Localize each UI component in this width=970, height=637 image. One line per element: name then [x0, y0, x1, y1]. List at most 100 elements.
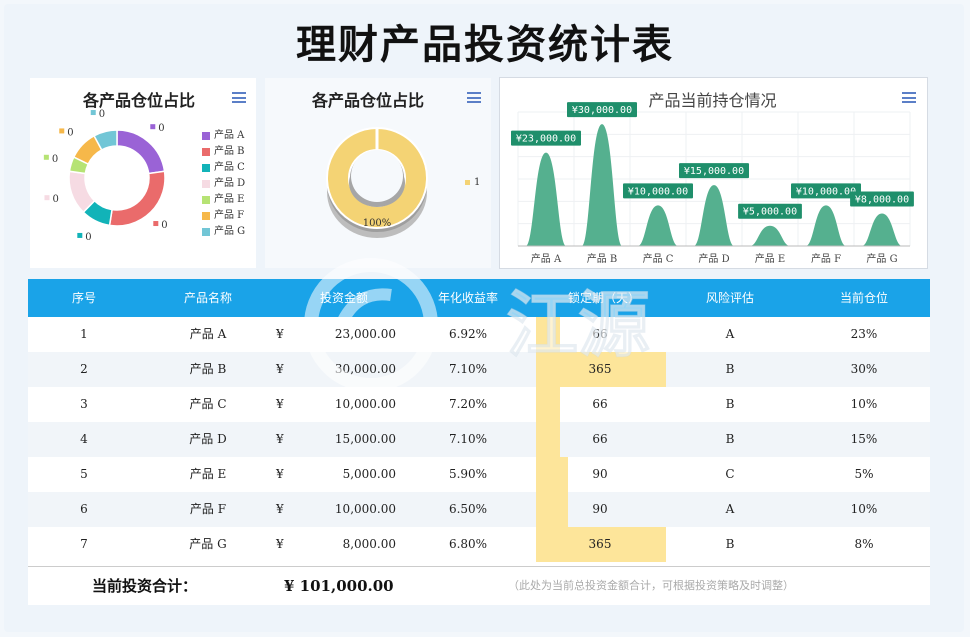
area-peak: [693, 185, 735, 246]
cell-risk: C: [725, 467, 735, 481]
data-label: ¥10,000.00: [628, 186, 688, 197]
cell-amount: 8,000.00: [342, 537, 396, 551]
legend-label: 产品 A: [214, 130, 245, 141]
cell-lock: 90: [592, 502, 608, 516]
donut-slice: [108, 170, 166, 227]
legend-swatch: [202, 195, 210, 204]
legend-item[interactable]: 产品 C: [202, 160, 245, 176]
x-tick-label: 产品 A: [531, 252, 562, 265]
cell-no: 3: [80, 397, 88, 411]
header-position: 当前仓位: [839, 291, 888, 305]
legend-item[interactable]: 产品 G: [202, 224, 245, 240]
cell-currency: ¥: [276, 467, 284, 481]
data-label: ¥15,000.00: [684, 166, 744, 177]
slice-data-label: 0: [85, 232, 91, 243]
cell-lock: 90: [592, 467, 608, 481]
cell-rate: 7.10%: [448, 362, 488, 376]
table-row[interactable]: 1 产品 A ¥23,000.00 6.92% 66 A 23%: [28, 317, 930, 352]
table-row[interactable]: 2 产品 B ¥30,000.00 7.10% 365 B 30%: [28, 352, 930, 387]
legend-item[interactable]: 产品 B: [202, 144, 245, 160]
donut-slice: [116, 129, 166, 175]
slice-data-label: 0: [52, 154, 58, 165]
area-peak: [805, 205, 847, 246]
total-value: ¥ 101,000.00: [284, 577, 394, 595]
cell-risk: B: [725, 362, 735, 376]
cell-amount: 23,000.00: [334, 327, 396, 341]
area-peak: [749, 225, 791, 246]
holdings-area-chart: ¥23,000.00 产品 A ¥30,000.00 产品 B ¥10,000.00 产品…: [511, 102, 914, 265]
cell-currency: ¥: [276, 362, 284, 376]
cell-risk: B: [725, 397, 735, 411]
data-label: ¥23,000.00: [516, 134, 576, 145]
table-row[interactable]: 3 产品 C ¥10,000.00 7.20% 66 B 10%: [28, 387, 930, 422]
cell-position: 10%: [850, 502, 878, 516]
data-label: ¥30,000.00: [572, 105, 632, 116]
cell-lock: 66: [592, 397, 608, 411]
legend-label: 1: [474, 177, 481, 188]
cell-amount: 15,000.00: [334, 432, 396, 446]
cell-currency: ¥: [276, 397, 284, 411]
cell-lock: 365: [588, 537, 612, 551]
header-lock: 锁定期（天）: [567, 291, 640, 305]
cell-position: 5%: [854, 467, 874, 481]
total-note: （此处为当前总投资金额合计，可根据投资策略及时调整）: [508, 579, 794, 592]
data-label: ¥8,000.00: [855, 195, 909, 206]
slice-label-marker: [44, 195, 50, 201]
cell-no: 4: [80, 432, 88, 446]
cell-no: 6: [80, 502, 88, 516]
header-no: 序号: [71, 291, 96, 305]
cell-currency: ¥: [276, 327, 284, 341]
x-tick-label: 产品 B: [587, 252, 618, 265]
legend-item[interactable]: 产品 D: [202, 176, 245, 192]
header-amount: 投资金额: [319, 291, 368, 305]
page-title: 理财产品投资统计表: [296, 22, 674, 68]
cell-lock: 365: [588, 362, 612, 376]
cell-lock: 66: [592, 432, 608, 446]
table-header: 序号 产品名称 投资金额 年化收益率 锁定期（天） 风险评估 当前仓位: [28, 279, 930, 317]
slice-data-label: 0: [158, 123, 164, 134]
legend-swatch: [202, 163, 210, 172]
cell-risk: A: [725, 327, 735, 341]
table-row[interactable]: 4 产品 D ¥15,000.00 7.10% 66 B 15%: [28, 422, 930, 457]
x-tick-label: 产品 G: [866, 252, 897, 265]
holdings-chart-panel: 产品当前持仓情况 ¥23,000.00 产品 A ¥30,000.00 产品 B ¥10…: [499, 77, 928, 269]
cell-position: 30%: [850, 362, 878, 376]
legend-item[interactable]: 产品 E: [202, 192, 245, 208]
data-label: ¥5,000.00: [743, 207, 797, 218]
cell-name: 产品 G: [189, 537, 227, 551]
legend-label: 产品 E: [214, 194, 245, 205]
total-bar: 当前投资合计： ¥ 101,000.00 （此处为当前总投资金额合计，可根据投资…: [28, 566, 930, 605]
cell-rate: 6.50%: [448, 502, 488, 516]
cell-position: 8%: [854, 537, 874, 551]
cell-amount: 10,000.00: [334, 397, 396, 411]
cell-lock: 66: [592, 327, 608, 341]
legend-label: 产品 F: [214, 210, 245, 221]
table-row[interactable]: 6 产品 F ¥10,000.00 6.50% 90 A 10%: [28, 492, 930, 527]
cell-no: 1: [80, 327, 88, 341]
legend-item[interactable]: 产品 F: [202, 208, 245, 224]
table-row[interactable]: 7 产品 G ¥8,000.00 6.80% 365 B 8%: [28, 527, 930, 562]
cell-amount: 10,000.00: [334, 502, 396, 516]
cell-rate: 6.92%: [448, 327, 488, 341]
cell-currency: ¥: [276, 502, 284, 516]
legend-swatch: [202, 147, 210, 156]
x-tick-label: 产品 E: [755, 252, 785, 265]
pie-hole: [351, 150, 403, 202]
legend-item[interactable]: 产品 A: [202, 128, 245, 144]
x-tick-label: 产品 C: [643, 252, 674, 265]
slice-label-marker: [43, 154, 49, 160]
header-rate: 年化收益率: [437, 291, 498, 305]
table-row[interactable]: 5 产品 E ¥5,000.00 5.90% 90 C 5%: [28, 457, 930, 492]
cell-risk: A: [725, 502, 735, 516]
cell-no: 5: [80, 467, 88, 481]
slice-data-label: 0: [99, 109, 105, 120]
slice-label-marker: [150, 124, 156, 130]
cell-currency: ¥: [276, 432, 284, 446]
cell-rate: 6.80%: [448, 537, 488, 551]
slice-data-label: 0: [52, 194, 58, 205]
slice-label-marker: [90, 110, 96, 116]
cell-rate: 7.10%: [448, 432, 488, 446]
cell-name: 产品 D: [189, 432, 227, 446]
x-tick-label: 产品 F: [811, 252, 841, 265]
legend-swatch: [202, 131, 210, 140]
